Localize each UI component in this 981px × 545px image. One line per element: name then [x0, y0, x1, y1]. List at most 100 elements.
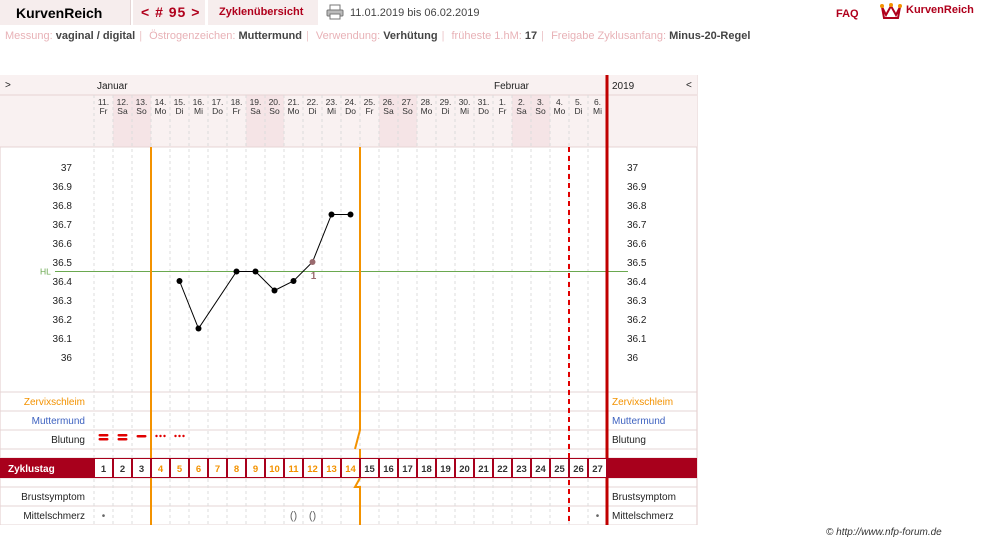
faq-link[interactable]: FAQ	[836, 8, 859, 20]
temp-tick-right: 37	[627, 163, 639, 174]
cycle-day-number[interactable]: 21	[478, 464, 489, 475]
cycle-day-number[interactable]: 16	[383, 464, 394, 475]
weekday-label: Sa	[383, 106, 394, 116]
temperature-point[interactable]	[176, 278, 183, 284]
copyright: © http://www.nfp-forum.de	[826, 527, 942, 538]
cycle-day-number[interactable]: 4	[158, 464, 164, 475]
mittelschmerz-mark: •	[102, 511, 106, 522]
cycle-day-number[interactable]: 9	[253, 464, 258, 475]
freigabe-value: Minus-20-Regel	[669, 30, 751, 42]
month-label: Februar	[494, 81, 530, 92]
cycle-day-number[interactable]: 10	[269, 464, 280, 475]
temperature-point[interactable]	[195, 325, 202, 332]
weekday-label: Fr	[498, 106, 506, 116]
temperature-point[interactable]	[347, 211, 354, 218]
muttermund-label-right: Muttermund	[612, 416, 665, 427]
weekday-label: So	[136, 106, 147, 116]
cycle-day-number[interactable]: 14	[345, 464, 356, 475]
weekday-label: Fr	[99, 106, 107, 116]
cycle-day-number[interactable]: 18	[421, 464, 432, 475]
cycle-day-number[interactable]: 19	[440, 464, 451, 475]
cycle-day-number[interactable]: 20	[459, 464, 470, 475]
weekday-label: Sa	[516, 106, 527, 116]
temperature-point[interactable]	[271, 287, 278, 294]
settings-info-row: Messung: vaginal / digital | Östrogenzeic…	[5, 30, 751, 42]
oestrogen-label: Östrogenzeichen:	[149, 30, 236, 42]
weekday-label: Mi	[593, 106, 602, 116]
temp-tick-left: 36.6	[53, 239, 73, 250]
cycle-day-number[interactable]: 2	[120, 464, 125, 475]
weekday-label: Fr	[365, 106, 373, 116]
temp-tick-right: 36.3	[627, 296, 647, 307]
prev-arrow[interactable]: >	[5, 80, 11, 91]
oestrogen-value: Muttermund	[238, 30, 302, 42]
cycle-day-number[interactable]: 17	[402, 464, 413, 475]
temp-tick-left: 36.3	[53, 296, 73, 307]
cycle-day-number[interactable]: 22	[497, 464, 508, 475]
cycle-navigation[interactable]: < # 95 >	[141, 4, 200, 20]
fhm-label: früheste 1.hM:	[451, 30, 522, 42]
cycle-day-number[interactable]: 26	[573, 464, 584, 475]
cycle-day-number[interactable]: 1	[101, 464, 107, 475]
cycle-day-number[interactable]: 24	[535, 464, 546, 475]
bleeding-strong	[117, 434, 128, 437]
weekday-label: So	[402, 106, 413, 116]
weekday-label: Mo	[288, 106, 300, 116]
cycle-day-number[interactable]: 25	[554, 464, 565, 475]
weekday-label: Mi	[194, 106, 203, 116]
cycle-day-number[interactable]: 7	[215, 464, 220, 475]
weekday-label: Do	[478, 106, 489, 116]
temp-tick-left: 36.4	[53, 277, 73, 288]
weekday-label: Sa	[117, 106, 128, 116]
freigabe-label: Freigabe Zyklusanfang:	[551, 30, 667, 42]
temperature-point[interactable]	[252, 268, 259, 275]
zyklustag-label: Zyklustag	[8, 464, 55, 475]
weekday-label: So	[535, 106, 546, 116]
year-label: 2019	[612, 81, 635, 92]
top-bar: KurvenReich < # 95 > Zyklenübersicht 11.…	[0, 0, 981, 26]
weekday-label: Mo	[421, 106, 433, 116]
temp-tick-right: 36.5	[627, 258, 647, 269]
month-label: Januar	[97, 81, 128, 92]
verwendung-label: Verwendung:	[315, 30, 381, 42]
mittelschmerz-mark: ()	[309, 510, 316, 522]
cycle-overview-link[interactable]: Zyklenübersicht	[219, 6, 303, 18]
temperature-point[interactable]	[309, 259, 316, 265]
temperature-point[interactable]	[233, 268, 240, 275]
printer-icon[interactable]	[326, 4, 344, 20]
temp-tick-right: 36.8	[627, 201, 647, 212]
cycle-day-number[interactable]: 8	[234, 464, 239, 475]
temp-tick-left: 36.8	[53, 201, 73, 212]
cycle-day-number[interactable]: 12	[307, 464, 318, 475]
cycle-day-number[interactable]: 11	[288, 464, 299, 475]
temp-tick-left: 37	[61, 163, 73, 174]
cycle-day-number[interactable]: 6	[196, 464, 201, 475]
cycle-day-number[interactable]: 3	[139, 464, 144, 475]
date-range: 11.01.2019 bis 06.02.2019	[350, 7, 480, 19]
cycle-day-number[interactable]: 23	[516, 464, 527, 475]
bleeding-strong	[117, 438, 128, 441]
weekday-label: Do	[212, 106, 223, 116]
cycle-day-number[interactable]: 5	[177, 464, 183, 475]
weekday-label: Do	[345, 106, 356, 116]
weekday-label: Mi	[460, 106, 469, 116]
temp-tick-right: 36.7	[627, 220, 647, 231]
next-arrow[interactable]: <	[686, 80, 692, 91]
temp-tick-right: 36.4	[627, 277, 647, 288]
blutung-label-right: Blutung	[612, 435, 646, 446]
cycle-chart: > <Januar Februar 201911.Fr12.Sa13.So14.Mo1…	[0, 75, 698, 525]
cycle-day-number[interactable]: 13	[326, 464, 337, 475]
weekday-label: Di	[175, 106, 183, 116]
cycle-day-number[interactable]: 15	[364, 464, 375, 475]
temperature-point[interactable]	[328, 211, 335, 218]
brand-name[interactable]: KurvenReich	[906, 4, 974, 16]
temp-tick-right: 36.9	[627, 182, 647, 193]
weekday-label: Sa	[250, 106, 261, 116]
weekday-label: Di	[308, 106, 316, 116]
app-logo[interactable]: KurvenReich	[16, 5, 102, 21]
bleeding-medium	[136, 435, 147, 438]
temperature-point[interactable]	[290, 278, 297, 284]
messung-value: vaginal / digital	[55, 30, 136, 42]
crown-icon[interactable]	[880, 2, 902, 20]
cycle-day-number[interactable]: 27	[592, 464, 603, 475]
